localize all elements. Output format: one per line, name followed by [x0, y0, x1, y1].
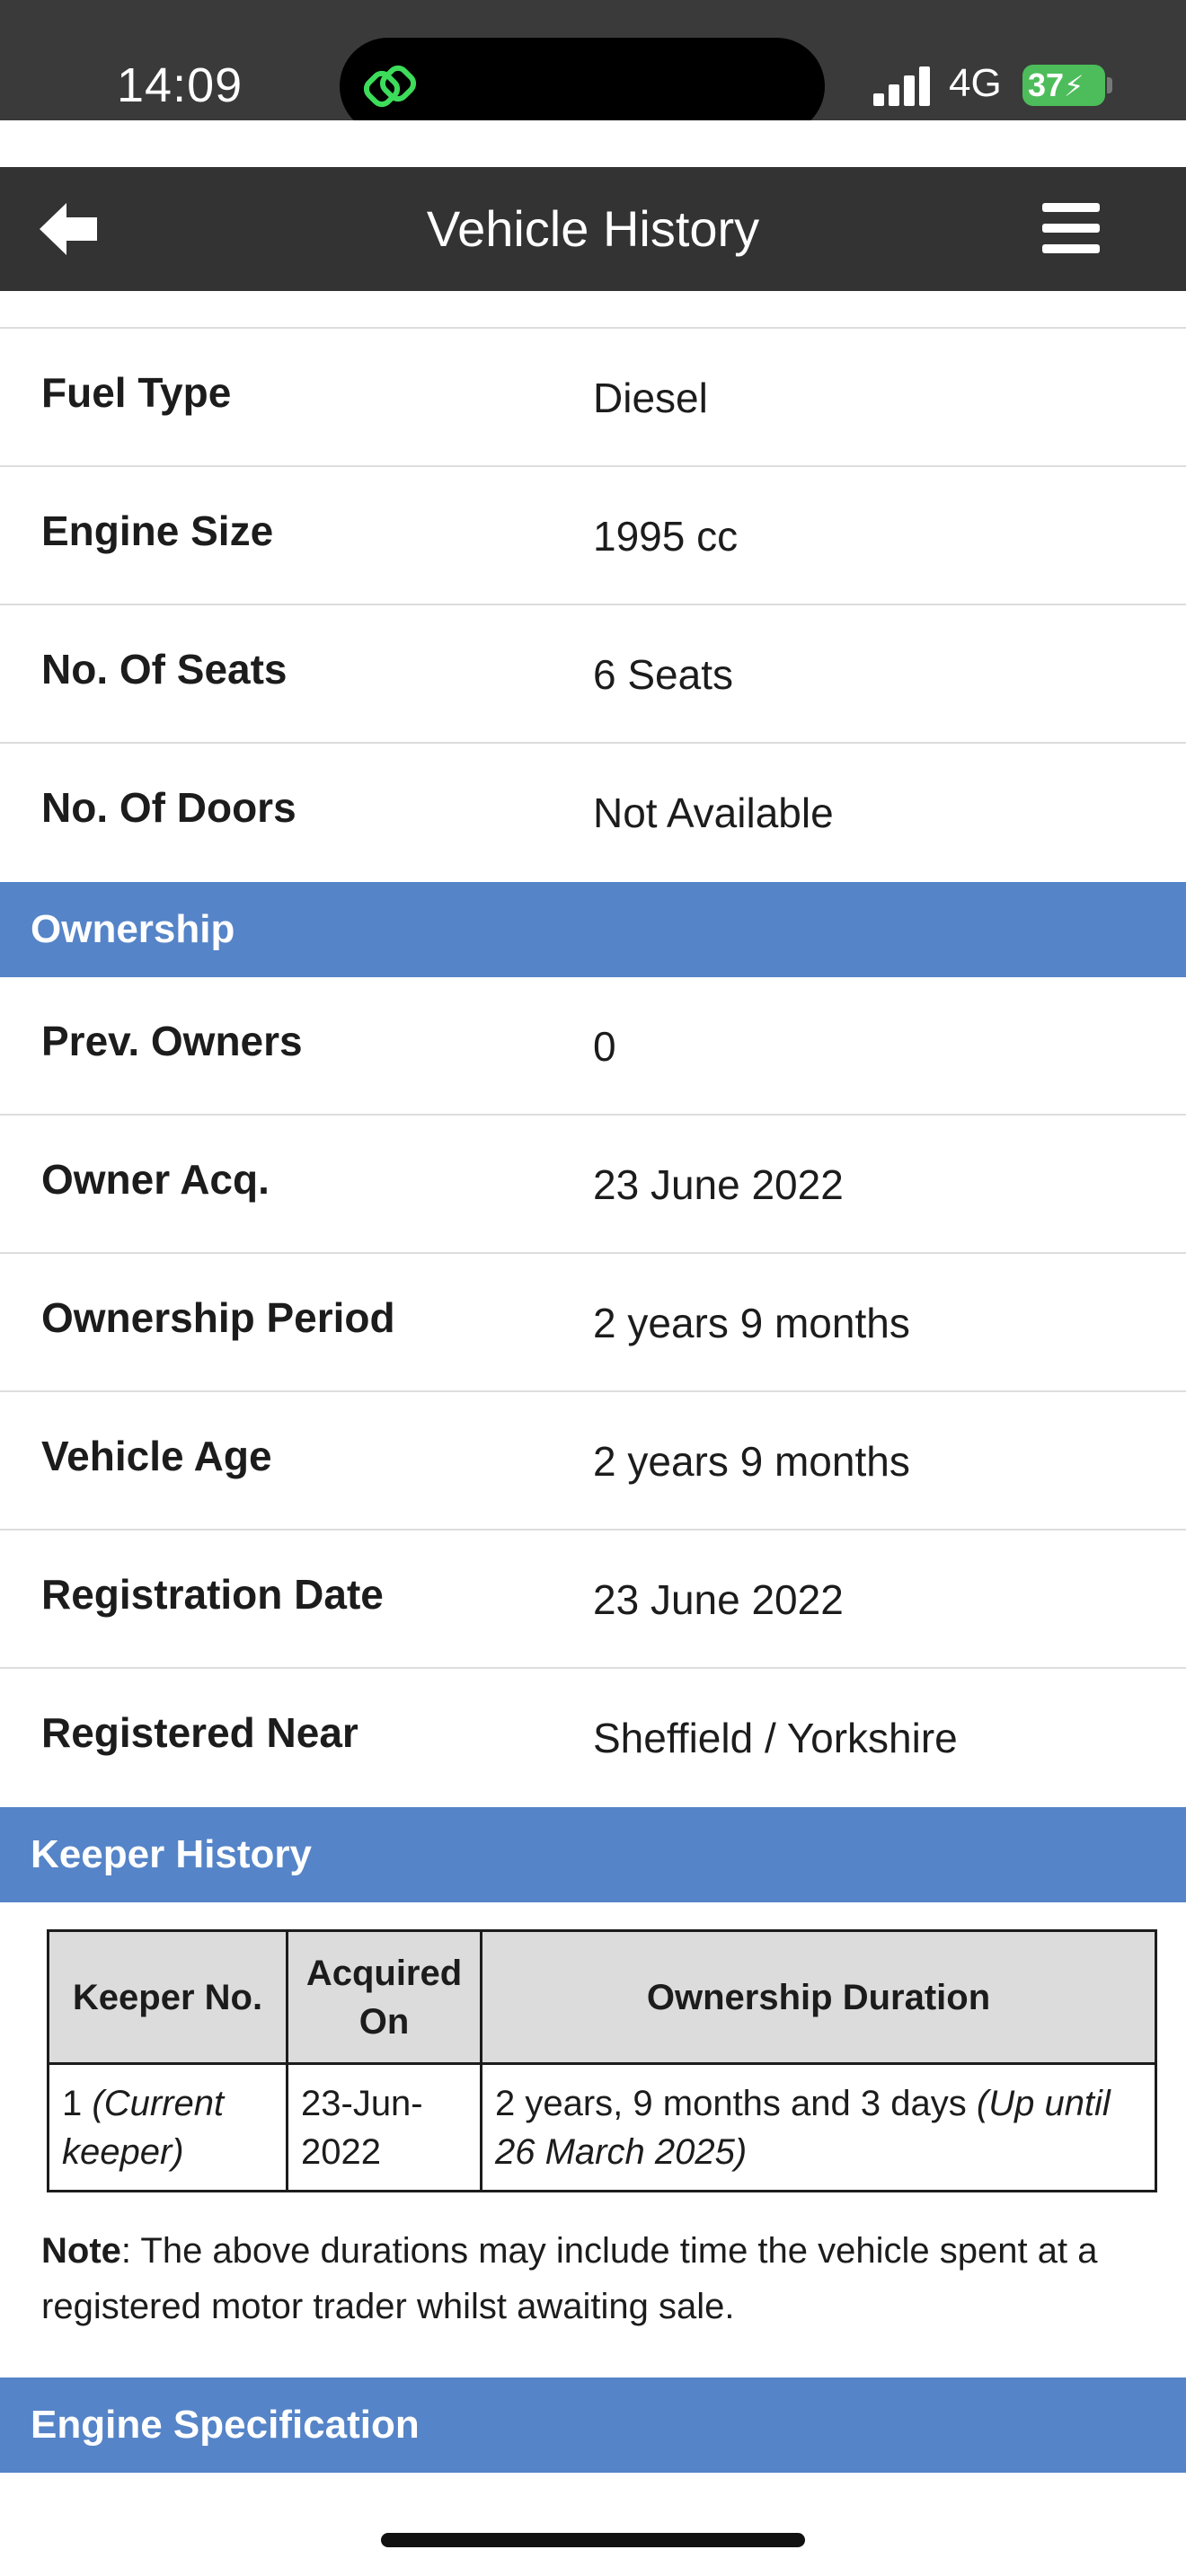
column-header: Ownership Duration: [480, 1929, 1157, 2065]
linked-rings-icon: [363, 65, 417, 108]
section-header-engine-specification: Engine Specification: [0, 2378, 1186, 2473]
row-label: No. Of Doors: [41, 784, 296, 831]
status-bar: 14:09 4G 37⚡: [0, 0, 1186, 135]
row-value: Diesel: [593, 375, 708, 421]
hamburger-menu-icon[interactable]: [1042, 203, 1100, 253]
spec-row: Fuel Type Diesel: [0, 329, 1186, 467]
ownership-row: Registration Date 23 June 2022: [0, 1531, 1186, 1669]
keeper-number: 1: [62, 2084, 83, 2123]
row-label: Fuel Type: [41, 369, 232, 416]
spec-row: No. Of Doors Not Available: [0, 744, 1186, 882]
row-label: Registered Near: [41, 1709, 358, 1756]
nav-bar: Vehicle History: [0, 167, 1186, 291]
row-label: Ownership Period: [41, 1294, 395, 1341]
keeper-number-cell: 1 (Current keeper): [47, 2062, 288, 2192]
status-time: 14:09: [117, 58, 243, 112]
partial-row: [0, 291, 1186, 329]
ownership-row: Registered Near Sheffield / Yorkshire: [0, 1669, 1186, 1807]
row-value: 23 June 2022: [593, 1576, 844, 1623]
duration-text: 2 years, 9 months and 3 days: [495, 2084, 967, 2123]
row-label: Prev. Owners: [41, 1018, 303, 1064]
ownership-table: Prev. Owners 0 Owner Acq. 23 June 2022 O…: [0, 977, 1186, 1807]
row-label: Registration Date: [41, 1571, 384, 1618]
row-value: 2 years 9 months: [593, 1438, 910, 1485]
ownership-row: Owner Acq. 23 June 2022: [0, 1116, 1186, 1254]
back-arrow-icon[interactable]: [34, 198, 102, 260]
row-value: 2 years 9 months: [593, 1300, 910, 1346]
table-header-row: Keeper No. Acquired On Ownership Duratio…: [47, 1929, 1157, 2065]
note-label: Note: [41, 2231, 121, 2271]
battery-level: 37: [1028, 66, 1065, 103]
spec-table: Fuel Type Diesel Engine Size 1995 cc No.…: [0, 329, 1186, 882]
spec-row: Engine Size 1995 cc: [0, 467, 1186, 605]
table-row: 1 (Current keeper) 23-Jun-2022 2 years, …: [47, 2062, 1157, 2192]
row-label: Owner Acq.: [41, 1156, 270, 1203]
network-type: 4G: [949, 61, 1002, 105]
row-value: 23 June 2022: [593, 1161, 844, 1208]
battery-tip: [1107, 77, 1112, 93]
row-label: Engine Size: [41, 507, 274, 554]
row-value: 6 Seats: [593, 651, 733, 698]
column-header: Keeper No.: [47, 1929, 288, 2065]
home-indicator[interactable]: [381, 2533, 805, 2547]
acquired-on-cell: 23-Jun-2022: [286, 2062, 482, 2192]
keeper-note: (Current keeper): [62, 2084, 225, 2172]
keeper-table-wrap: Keeper No. Acquired On Ownership Duratio…: [0, 1902, 1186, 2192]
spec-row: No. Of Seats 6 Seats: [0, 605, 1186, 744]
row-value: 1995 cc: [593, 513, 739, 560]
keeper-table: Keeper No. Acquired On Ownership Duratio…: [47, 1929, 1157, 2192]
row-label: No. Of Seats: [41, 646, 288, 693]
note-text: : The above durations may include time t…: [41, 2231, 1098, 2326]
ownership-row: Prev. Owners 0: [0, 977, 1186, 1116]
column-header: Acquired On: [286, 1929, 482, 2065]
row-label: Vehicle Age: [41, 1433, 272, 1479]
ownership-row: Vehicle Age 2 years 9 months: [0, 1392, 1186, 1531]
duration-cell: 2 years, 9 months and 3 days (Up until 2…: [480, 2062, 1157, 2192]
top-spacer: [0, 120, 1186, 167]
row-value: 0: [593, 1023, 616, 1070]
row-value: Sheffield / Yorkshire: [593, 1715, 958, 1761]
section-header-ownership: Ownership: [0, 882, 1186, 977]
battery-icon: 37⚡: [1022, 65, 1105, 106]
row-value: Not Available: [593, 790, 834, 836]
charging-icon: ⚡: [1064, 70, 1084, 102]
page-title: Vehicle History: [426, 200, 760, 257]
keeper-note-paragraph: Note: The above durations may include ti…: [0, 2192, 1186, 2378]
signal-icon: [873, 66, 931, 106]
section-header-keeper-history: Keeper History: [0, 1807, 1186, 1902]
content: Fuel Type Diesel Engine Size 1995 cc No.…: [0, 291, 1186, 2473]
ownership-row: Ownership Period 2 years 9 months: [0, 1254, 1186, 1392]
